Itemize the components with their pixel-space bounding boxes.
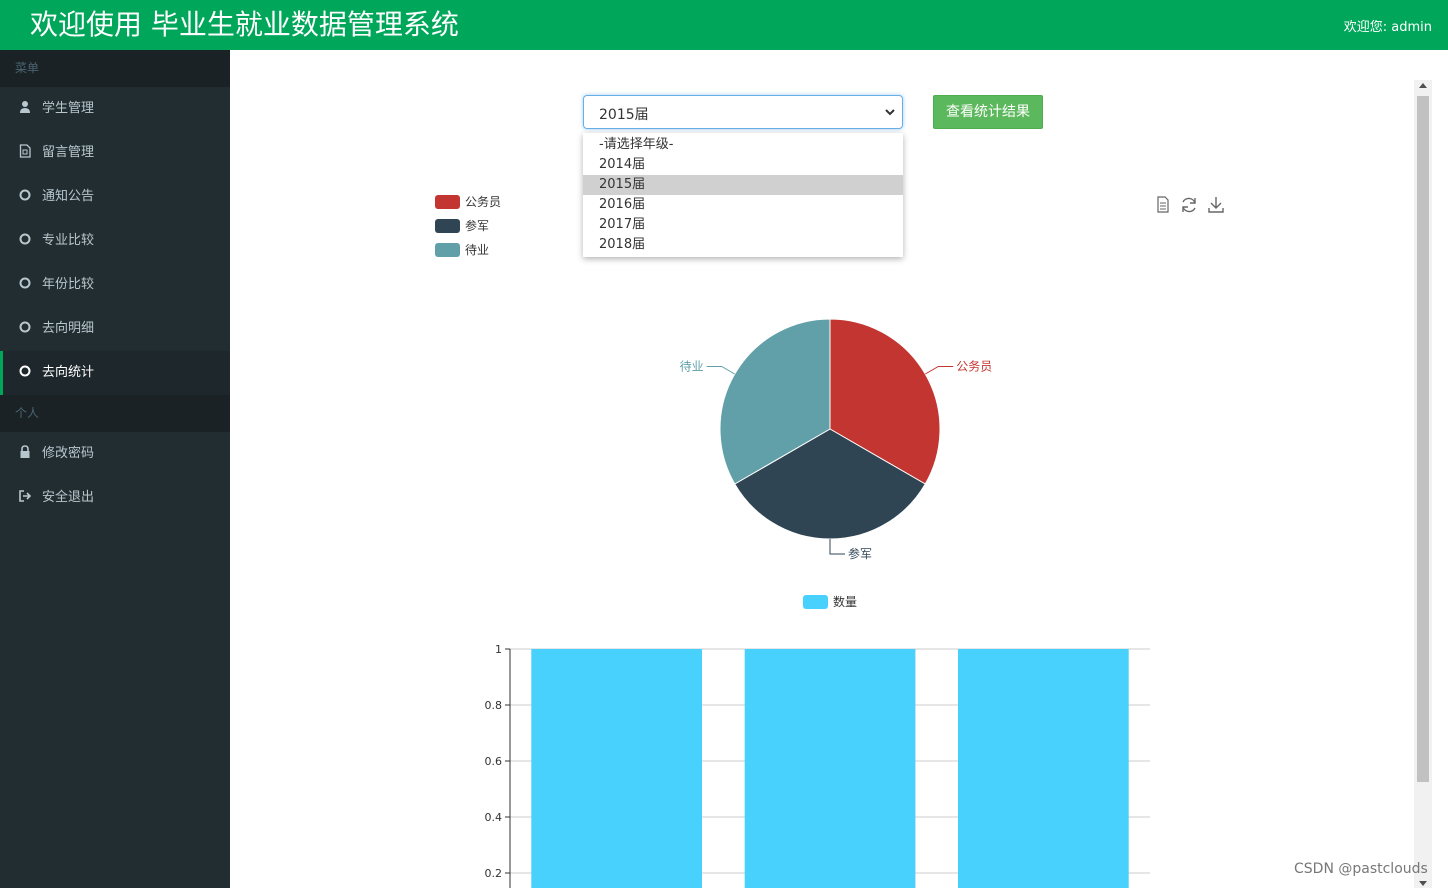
chevron-down-icon — [884, 106, 896, 122]
bar-chart: 0.2 0.4 0.6 0.8 1 — [485, 643, 1150, 888]
pie-label-line — [706, 366, 735, 375]
circle-icon — [18, 276, 32, 290]
menu-section-header: 菜单 — [0, 50, 230, 87]
watermark: CSDN @pastclouds — [1294, 861, 1428, 877]
grade-option[interactable]: 2018届 — [583, 235, 903, 255]
pie-label-line — [925, 366, 954, 375]
legend-label: 数量 — [833, 595, 858, 609]
y-tick-label: 1 — [495, 643, 502, 656]
y-tick-label: 0.8 — [485, 699, 503, 712]
grade-select-value: 2015届 — [599, 107, 649, 123]
grade-select[interactable]: 2015届 — [583, 95, 903, 129]
sidebar-item-students[interactable]: 学生管理 — [0, 87, 230, 131]
grade-option-selected[interactable]: 2015届 — [583, 175, 903, 195]
lock-icon — [18, 445, 32, 459]
pie-slice-label: 待业 — [680, 360, 704, 374]
personal-section-header: 个人 — [0, 395, 230, 432]
legend-swatch — [435, 218, 460, 233]
restore-icon[interactable] — [1180, 196, 1198, 218]
grade-option[interactable]: 2017届 — [583, 215, 903, 235]
file-icon — [18, 144, 32, 158]
sidebar-item-notices[interactable]: 通知公告 — [0, 175, 230, 219]
legend-label: 待业 — [465, 243, 490, 257]
y-tick-label: 0.2 — [485, 867, 503, 880]
circle-icon — [18, 232, 32, 246]
grade-option[interactable]: 2014届 — [583, 155, 903, 175]
circle-icon — [18, 364, 32, 378]
legend-label: 公务员 — [465, 195, 502, 209]
bar[interactable] — [958, 649, 1129, 888]
bar[interactable] — [531, 649, 702, 888]
circle-icon — [18, 320, 32, 334]
sidebar-item-change-password[interactable]: 修改密码 — [0, 432, 230, 476]
scroll-thumb[interactable] — [1417, 96, 1429, 782]
top-header: 欢迎使用 毕业生就业数据管理系统 欢迎您: admin — [0, 0, 1448, 50]
sidebar-item-destination-detail[interactable]: 去向明细 — [0, 307, 230, 351]
legend-swatch — [803, 594, 828, 609]
welcome-user[interactable]: 欢迎您: admin — [1344, 16, 1432, 35]
sidebar-item-destination-stats[interactable]: 去向统计 — [0, 351, 230, 395]
pie-slice-label: 参军 — [848, 546, 872, 561]
pie-legend-item[interactable]: 参军 — [435, 217, 489, 234]
save-image-icon[interactable] — [1207, 196, 1225, 218]
data-view-icon[interactable] — [1155, 196, 1171, 217]
sidebar-item-label: 安全退出 — [42, 490, 95, 505]
sidebar-item-label: 通知公告 — [42, 189, 95, 204]
view-stats-button[interactable]: 查看统计结果 — [933, 95, 1043, 129]
pie-slice-label: 公务员 — [956, 359, 992, 374]
sidebar-item-year-compare[interactable]: 年份比较 — [0, 263, 230, 307]
legend-label: 参军 — [465, 219, 490, 233]
pie-chart: 公务员参军 待业 — [680, 318, 992, 561]
pie-legend-item[interactable]: 公务员 — [435, 193, 501, 210]
scroll-up-arrow-icon[interactable] — [1419, 83, 1427, 88]
circle-icon — [18, 188, 32, 202]
pie-legend-item[interactable]: 待业 — [435, 241, 489, 258]
bar[interactable] — [744, 649, 916, 888]
sidebar-item-label: 修改密码 — [42, 446, 95, 461]
grade-option[interactable]: 2016届 — [583, 195, 903, 215]
sidebar-item-label: 学生管理 — [42, 101, 95, 116]
app-title: 欢迎使用 毕业生就业数据管理系统 — [30, 8, 459, 41]
pie-label-line — [829, 539, 845, 555]
grade-option[interactable]: -请选择年级- — [583, 135, 903, 155]
sidebar-item-major-compare[interactable]: 专业比较 — [0, 219, 230, 263]
sidebar-item-label: 年份比较 — [42, 277, 95, 292]
scroll-down-arrow-icon[interactable] — [1419, 881, 1427, 886]
user-icon — [18, 100, 32, 114]
vertical-scrollbar[interactable] — [1414, 80, 1432, 888]
sign-out-icon — [18, 489, 32, 503]
bar-legend-item[interactable]: 数量 — [803, 593, 857, 610]
sidebar-item-logout[interactable]: 安全退出 — [0, 476, 230, 520]
y-tick-label: 0.6 — [485, 755, 503, 768]
y-tick-label: 0.4 — [485, 811, 503, 824]
sidebar-item-label: 去向明细 — [42, 321, 95, 336]
sidebar: 菜单 学生管理 留言管理 通知公告 专业比较 年份比较 去向明细 去向统计 个人 — [0, 50, 230, 888]
legend-swatch — [435, 242, 460, 257]
sidebar-item-label: 专业比较 — [42, 233, 95, 248]
sidebar-item-messages[interactable]: 留言管理 — [0, 131, 230, 175]
sidebar-item-label: 去向统计 — [42, 365, 95, 380]
grade-dropdown-list: -请选择年级- 2014届 2015届 2016届 2017届 2018届 — [583, 133, 903, 257]
main-content: 2015届 查看统计结果 公务员 参军 待业 公务员 参军 待业 数量 0.2 0.4… — [230, 50, 1414, 888]
legend-swatch — [435, 194, 460, 209]
sidebar-item-label: 留言管理 — [42, 145, 95, 160]
